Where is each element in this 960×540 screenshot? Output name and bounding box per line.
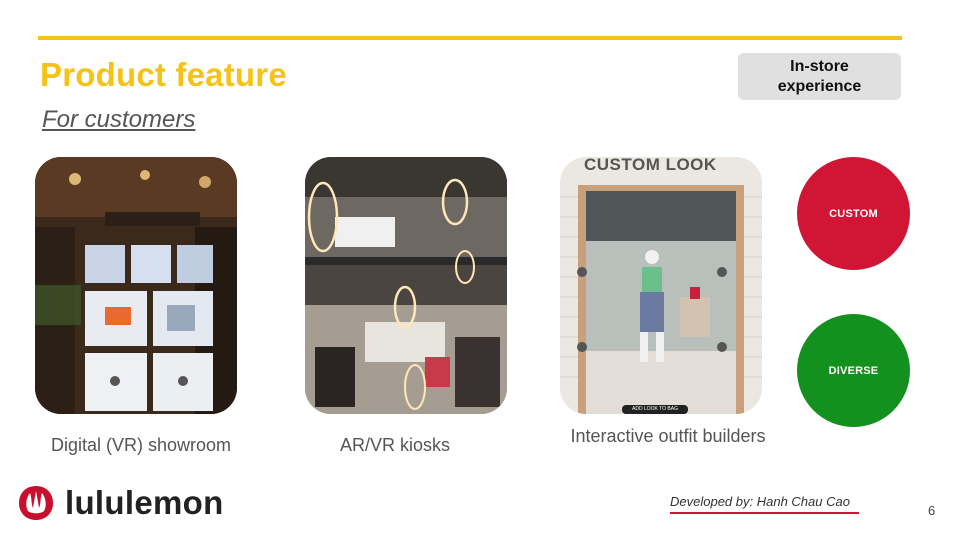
credit-underline (670, 512, 859, 514)
caption-digital-showroom: Digital (VR) showroom (50, 435, 232, 455)
brand-logo: lululemon (17, 484, 224, 522)
page-number: 6 (928, 503, 936, 518)
lululemon-logo-icon (19, 486, 53, 520)
top-accent-rule (38, 36, 902, 40)
custom-look-heading: CUSTOM LOOK (584, 157, 717, 174)
custom-badge: CUSTOM (797, 157, 910, 270)
showroom-photo (35, 157, 237, 414)
developer-credit: Developed by: Hanh Chau Cao (670, 494, 850, 509)
diverse-badge: DIVERSE (797, 314, 910, 427)
slide-title: Product feature (40, 56, 287, 93)
slide-subtitle: For customers (42, 106, 196, 133)
diverse-badge-label: DIVERSE (828, 364, 879, 377)
caption-ar-vr-kiosks: AR/VR kiosks (339, 435, 451, 455)
category-tag: In-store experience (738, 53, 901, 100)
add-look-to-bag-button: ADD LOOK TO BAG (632, 406, 678, 412)
custom-badge-label: CUSTOM (829, 207, 878, 220)
kiosks-photo (305, 157, 507, 414)
brand-name: lululemon (65, 484, 224, 521)
outfit-builder-photo: CUSTOM LOOK ADD LOOK TO BAG (560, 157, 762, 414)
caption-interactive-outfit-builders: Interactive outfit builders (570, 426, 766, 446)
